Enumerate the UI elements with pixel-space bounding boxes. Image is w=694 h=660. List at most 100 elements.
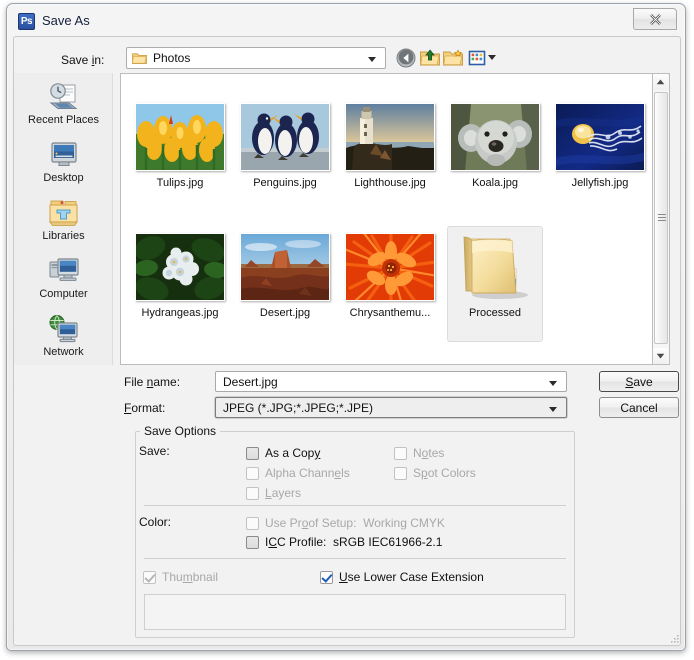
checkbox-box	[320, 570, 333, 584]
format-label: Format:	[124, 401, 166, 415]
checkbox-label: Spot Colors	[413, 466, 476, 480]
views-icon[interactable]	[466, 47, 488, 69]
window-title: Save As	[42, 13, 90, 28]
file-label: Penguins.jpg	[253, 177, 317, 189]
checkbox-as-a-copy[interactable]: As a Copy	[246, 446, 320, 460]
file-name-label: File name:	[124, 375, 181, 389]
checkbox-use-proof-setup: Use Proof Setup: Working CMYK	[246, 516, 445, 530]
checkbox-label: Use Proof Setup: Working CMYK	[265, 516, 445, 530]
thumbnail-desert	[240, 232, 330, 301]
cancel-button[interactable]: Cancel	[599, 397, 679, 418]
checkbox-icc-profile[interactable]: ICC Profile: sRGB IEC61966-2.1	[246, 535, 442, 549]
checkbox-notes: Notes	[394, 446, 444, 460]
list-item-selected[interactable]: Processed	[445, 226, 545, 342]
checkbox-box	[246, 535, 259, 549]
file-list[interactable]: Tulips.jpg Penguins.jpg Lighthouse.jpg K…	[120, 73, 653, 365]
checkbox-label: Notes	[413, 446, 445, 460]
scroll-down-button[interactable]	[653, 348, 668, 364]
sidebar-item-libraries[interactable]: Libraries	[14, 195, 113, 253]
desktop-icon	[46, 139, 82, 171]
resize-grip-icon[interactable]	[668, 634, 680, 646]
close-button[interactable]	[633, 8, 677, 30]
photoshop-ps-icon: Ps	[18, 13, 35, 30]
list-item[interactable]: Koala.jpg	[445, 102, 545, 189]
triangle-down-icon	[656, 353, 665, 359]
list-item[interactable]: Jellyfish.jpg	[550, 102, 650, 189]
list-item[interactable]: Tulips.jpg	[130, 102, 230, 189]
checkbox-label: Alpha Channels	[265, 466, 350, 480]
list-item[interactable]: Hydrangeas.jpg	[130, 232, 230, 319]
chevron-down-icon[interactable]	[549, 407, 557, 412]
save-button[interactable]: Save	[599, 371, 679, 392]
save-as-dialog: Ps Save As Save in: Photos Recent Places…	[6, 3, 686, 651]
checkbox-layers: Layers	[246, 486, 301, 500]
file-label: Desert.jpg	[259, 307, 311, 319]
file-name-input[interactable]: Desert.jpg	[215, 371, 567, 392]
file-label: Processed	[469, 307, 521, 319]
sidebar-item-computer[interactable]: Computer	[14, 253, 113, 311]
file-label: Tulips.jpg	[156, 177, 204, 189]
thumbnail-lighthouse	[345, 102, 435, 171]
file-name-value: Desert.jpg	[223, 375, 278, 389]
sidebar-item-label: Desktop	[43, 172, 84, 184]
divider	[144, 558, 566, 559]
color-row-label: Color:	[139, 515, 172, 529]
thumbnail-chrysanthemum	[345, 232, 435, 301]
checkbox-label: Thumbnail	[162, 570, 219, 584]
views-chevron-down-icon[interactable]	[488, 55, 496, 60]
checkbox-label: ICC Profile: sRGB IEC61966-2.1	[265, 535, 443, 549]
network-icon	[46, 313, 82, 345]
save-in-combobox[interactable]: Photos	[126, 47, 386, 69]
chevron-down-icon[interactable]	[549, 381, 557, 386]
checkbox-spot-colors: Spot Colors	[394, 466, 476, 480]
checkbox-box	[246, 516, 259, 530]
checkbox-box	[394, 466, 407, 480]
checkbox-alpha-channels: Alpha Channels	[246, 466, 350, 480]
back-icon[interactable]	[395, 47, 417, 69]
list-item[interactable]: Desert.jpg	[235, 232, 335, 319]
checkbox-box	[246, 466, 259, 480]
recent-places-icon	[46, 81, 82, 113]
checkbox-box	[394, 446, 407, 460]
sidebar-item-label: Computer	[39, 288, 88, 300]
scroll-up-button[interactable]	[653, 74, 668, 90]
notes-textarea[interactable]	[144, 594, 566, 630]
save-options-title: Save Options	[140, 424, 221, 438]
format-select[interactable]: JPEG (*.JPG;*.JPEG;*.JPE)	[215, 397, 567, 418]
thumbnail-jellyfish	[555, 102, 645, 171]
list-item[interactable]: Penguins.jpg	[235, 102, 335, 189]
checkbox-label: Use Lower Case Extension	[339, 570, 484, 584]
scrollbar-grip-icon	[658, 214, 666, 222]
checkbox-label: As a Copy	[265, 446, 321, 460]
places-bar: Recent Places Desktop Libraries Computer…	[14, 73, 113, 365]
sidebar-item-recent-places[interactable]: Recent Places	[14, 79, 113, 137]
checkbox-box	[246, 446, 259, 460]
new-folder-icon[interactable]	[442, 47, 464, 69]
thumbnail-penguins	[240, 102, 330, 171]
thumbnail-tulips	[135, 102, 225, 171]
file-label: Hydrangeas.jpg	[141, 307, 219, 319]
file-label: Lighthouse.jpg	[354, 177, 426, 189]
chevron-down-icon	[368, 57, 376, 62]
list-item[interactable]: Lighthouse.jpg	[340, 102, 440, 189]
close-icon	[649, 13, 661, 25]
file-label: Koala.jpg	[472, 177, 518, 189]
sidebar-item-label: Recent Places	[28, 114, 99, 126]
checkbox-use-lower-case-extension[interactable]: Use Lower Case Extension	[320, 570, 484, 584]
thumbnail-hydrangeas	[135, 232, 225, 301]
file-list-scrollbar[interactable]	[653, 73, 670, 365]
scrollbar-thumb[interactable]	[654, 92, 668, 344]
save-row-label: Save:	[139, 444, 170, 458]
triangle-up-icon	[656, 79, 665, 85]
checkbox-box	[143, 570, 156, 584]
up-one-level-icon[interactable]	[419, 47, 441, 69]
file-label: Jellyfish.jpg	[571, 177, 629, 189]
sidebar-item-network[interactable]: Network	[14, 311, 113, 369]
save-in-value: Photos	[153, 51, 191, 65]
list-item[interactable]: Chrysanthemu...	[340, 232, 440, 319]
save-in-label: Save in:	[61, 53, 105, 67]
thumbnail-koala	[450, 102, 540, 171]
divider	[144, 505, 566, 506]
sidebar-item-label: Network	[43, 346, 84, 358]
sidebar-item-desktop[interactable]: Desktop	[14, 137, 113, 195]
